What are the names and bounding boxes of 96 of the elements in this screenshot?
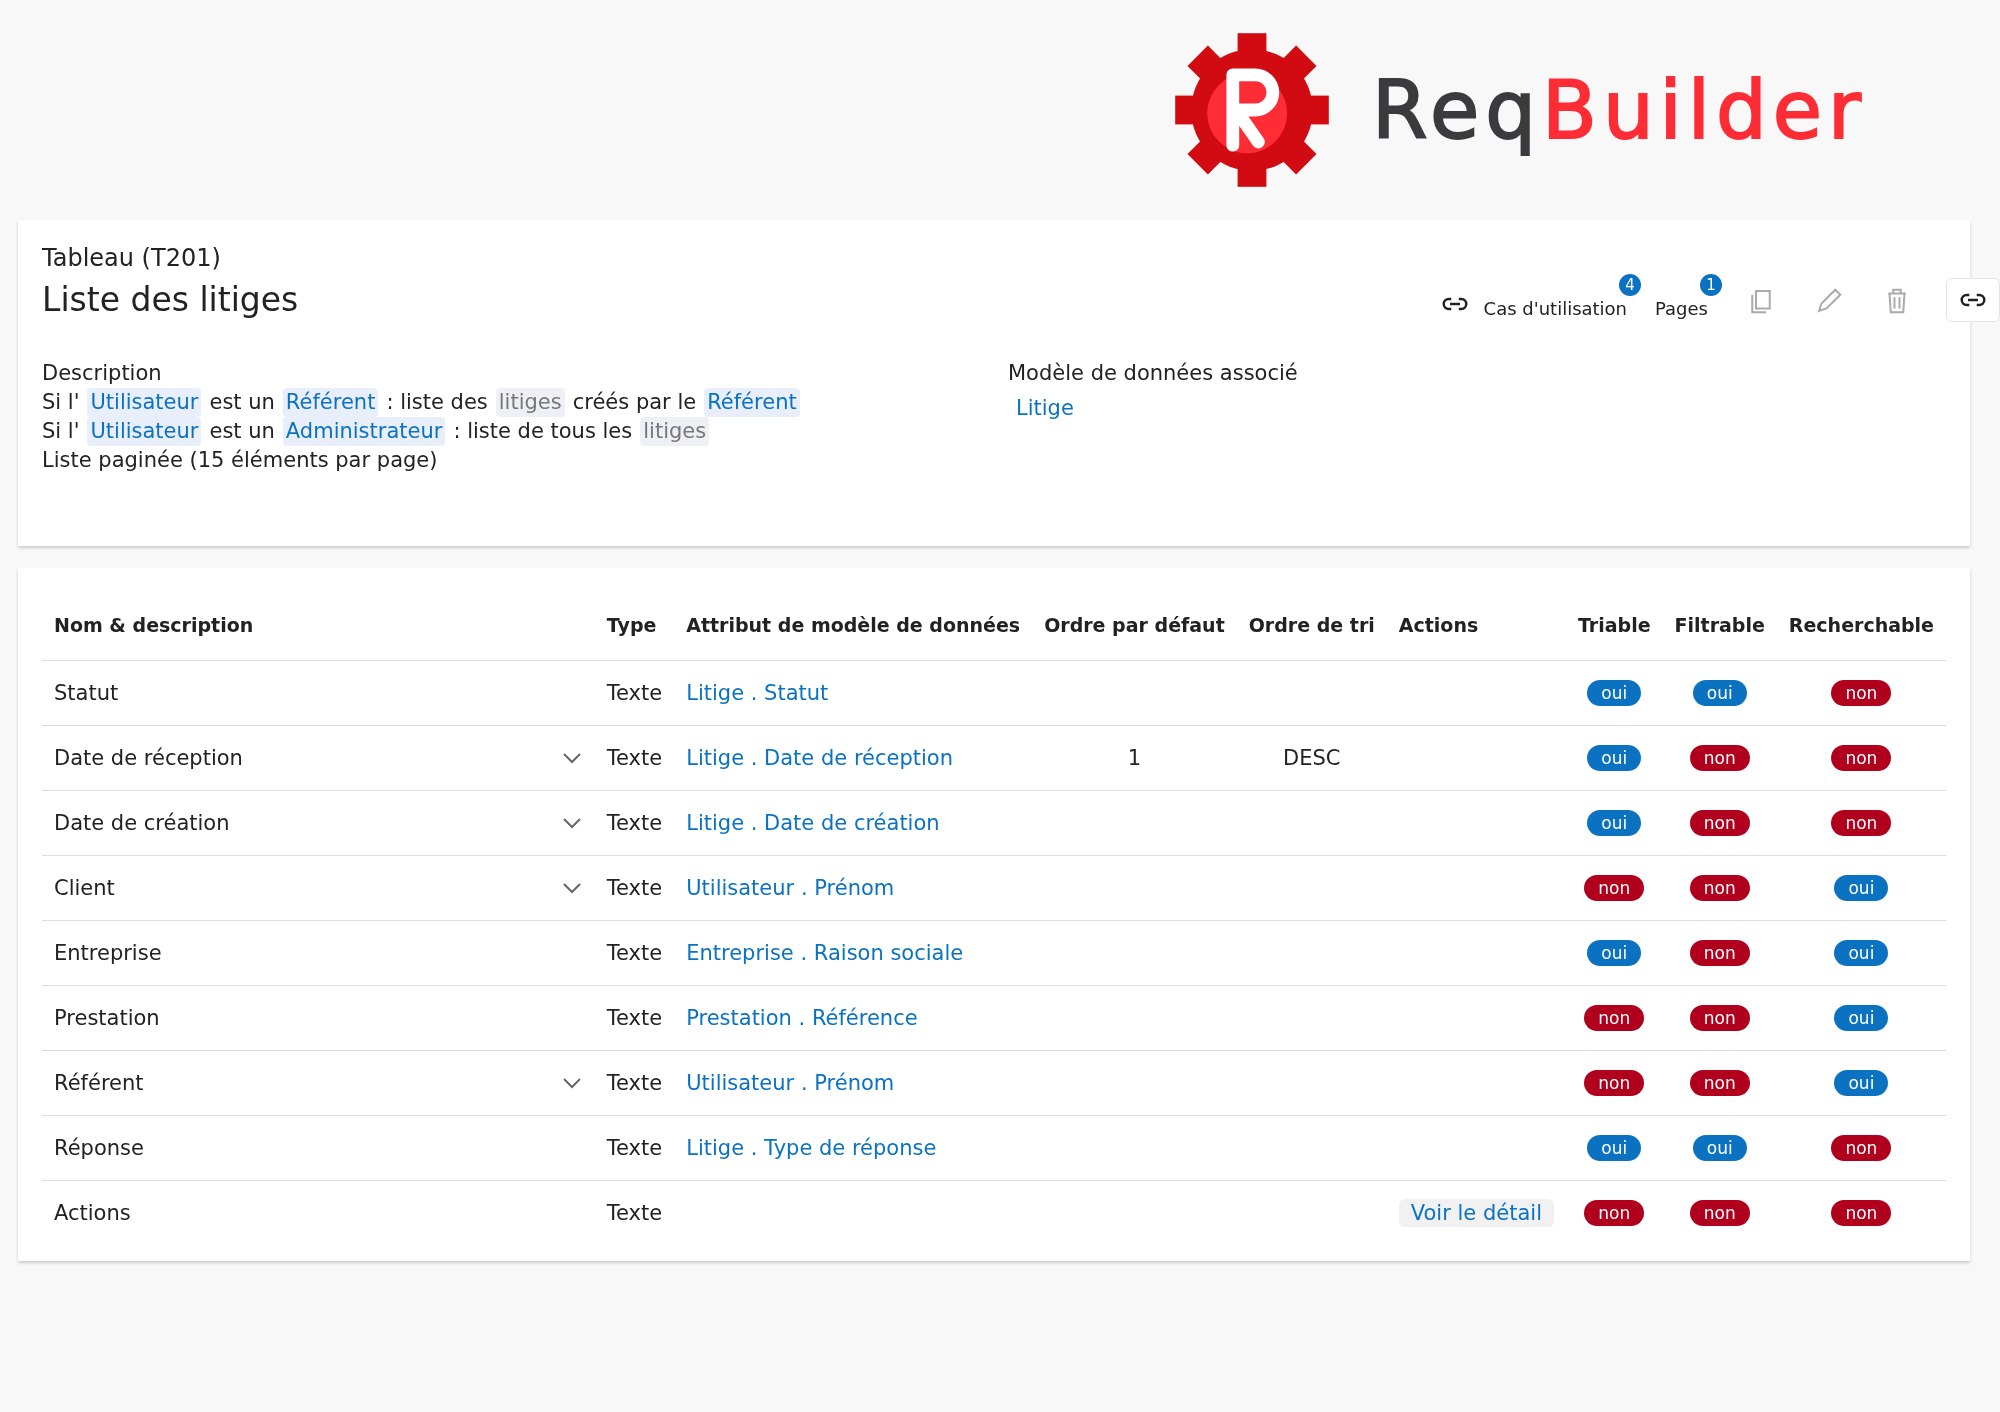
attribute-link[interactable]: Litige . Statut <box>686 681 829 705</box>
table-cell: Texte <box>606 876 663 900</box>
description-text: : liste de tous les <box>453 418 633 445</box>
description-text: Liste paginée (15 éléments par page) <box>42 447 438 474</box>
concept-tag: litiges <box>495 388 565 417</box>
status-badge: non <box>1831 745 1892 771</box>
table-cell: Référent <box>54 1071 144 1095</box>
description-text: : liste des <box>386 389 488 416</box>
attribute-link[interactable]: Litige . Date de réception <box>686 746 953 770</box>
status-badge: non <box>1831 810 1892 836</box>
status-badge: oui <box>1587 1135 1642 1161</box>
status-badge: non <box>1584 875 1645 901</box>
entity-link[interactable]: Référent <box>282 388 379 417</box>
entity-link[interactable]: Utilisateur <box>87 388 202 417</box>
table-cell: Texte <box>606 1136 663 1160</box>
status-badge: non <box>1689 1005 1750 1031</box>
element-kind: Tableau (T201) <box>42 244 222 272</box>
chevron-down-icon[interactable] <box>560 751 583 765</box>
gear-logo-icon <box>1172 30 1332 190</box>
table-cell: Texte <box>606 681 663 705</box>
status-badge: non <box>1584 1005 1645 1031</box>
page-title: Liste des litiges <box>42 280 299 319</box>
table-cell: Texte <box>606 1006 663 1030</box>
status-badge: oui <box>1692 680 1747 706</box>
status-badge: non <box>1689 1200 1750 1226</box>
entity-link[interactable]: Référent <box>704 388 800 417</box>
description-text: Si l' <box>42 389 80 416</box>
status-badge: non <box>1584 1200 1645 1226</box>
attribute-link[interactable]: Litige . Date de création <box>686 811 940 835</box>
status-badge: non <box>1689 875 1750 901</box>
table-cell: Client <box>54 876 115 900</box>
column-header: Nom & description <box>42 590 595 661</box>
status-badge: non <box>1689 1070 1750 1096</box>
concept-tag: litiges <box>640 417 710 446</box>
status-badge: oui <box>1834 1070 1889 1096</box>
column-header: Attribut de modèle de données <box>674 590 1033 661</box>
use-cases-button[interactable]: Cas d'utilisation 4 <box>1479 274 1642 319</box>
column-header: Actions <box>1386 590 1566 661</box>
attribute-link[interactable]: Litige . Type de réponse <box>686 1136 937 1160</box>
column-header: Triable <box>1565 590 1663 661</box>
attribute-link[interactable]: Utilisateur . Prénom <box>686 1071 895 1095</box>
action-button[interactable]: Voir le détail <box>1398 1199 1554 1227</box>
table-cell: Texte <box>606 811 663 835</box>
entity-link[interactable]: Administrateur <box>282 417 446 446</box>
description-text: créés par le <box>572 389 697 416</box>
status-badge: oui <box>1587 680 1642 706</box>
status-badge: non <box>1689 940 1750 966</box>
table-cell: Réponse <box>54 1136 144 1160</box>
status-badge: oui <box>1834 1005 1889 1031</box>
status-badge: non <box>1831 1200 1892 1226</box>
pages-button[interactable]: Pages 1 <box>1651 274 1722 319</box>
status-badge: oui <box>1834 940 1889 966</box>
status-badge: oui <box>1587 810 1642 836</box>
table-cell: Prestation <box>54 1006 160 1030</box>
description-text: est un <box>209 418 275 445</box>
description-text: Si l' <box>42 418 80 445</box>
table-cell: Statut <box>54 681 119 705</box>
status-badge: non <box>1831 680 1892 706</box>
status-badge: oui <box>1587 745 1642 771</box>
status-badge: non <box>1584 1070 1645 1096</box>
column-header: Recherchable <box>1776 590 1946 661</box>
column-header: Ordre de tri <box>1236 590 1387 661</box>
entity-link[interactable]: Utilisateur <box>87 417 202 446</box>
count-badge: 4 <box>1619 274 1642 296</box>
description-text: est un <box>209 389 275 416</box>
logo-text: Req Builder <box>1372 63 1867 157</box>
column-header: Type <box>594 590 675 661</box>
data-model-link[interactable]: Litige <box>1016 394 1074 423</box>
attribute-link[interactable]: Utilisateur . Prénom <box>686 876 895 900</box>
data-model-heading: Modèle de données associé <box>1008 360 1298 387</box>
link-button[interactable] <box>1946 278 2000 322</box>
status-badge: oui <box>1834 875 1889 901</box>
status-badge: non <box>1689 745 1750 771</box>
table-cell: 1 <box>1127 746 1142 770</box>
count-badge: 1 <box>1700 274 1722 296</box>
table-cell: Texte <box>606 941 663 965</box>
status-badge: non <box>1831 1135 1892 1161</box>
attribute-link[interactable]: Entreprise . Raison sociale <box>686 941 964 965</box>
description-heading: Description <box>42 360 163 387</box>
status-badge: oui <box>1587 940 1642 966</box>
table-cell: Actions <box>54 1201 131 1225</box>
table-cell: Date de réception <box>54 746 243 770</box>
attribute-link[interactable]: Prestation . Référence <box>686 1006 918 1030</box>
chevron-down-icon[interactable] <box>560 1076 583 1090</box>
table-cell: DESC <box>1283 746 1341 770</box>
status-badge: non <box>1689 810 1750 836</box>
column-header: Filtrable <box>1662 590 1777 661</box>
table-cell: Texte <box>606 1071 663 1095</box>
table-cell: Date de création <box>54 811 230 835</box>
chevron-down-icon[interactable] <box>560 816 583 830</box>
table-cell: Texte <box>606 1201 663 1225</box>
column-header: Ordre par défaut <box>1032 590 1237 661</box>
table-cell: Entreprise <box>54 941 162 965</box>
status-badge: oui <box>1692 1135 1747 1161</box>
chevron-down-icon[interactable] <box>560 881 583 895</box>
table-cell: Texte <box>606 746 663 770</box>
